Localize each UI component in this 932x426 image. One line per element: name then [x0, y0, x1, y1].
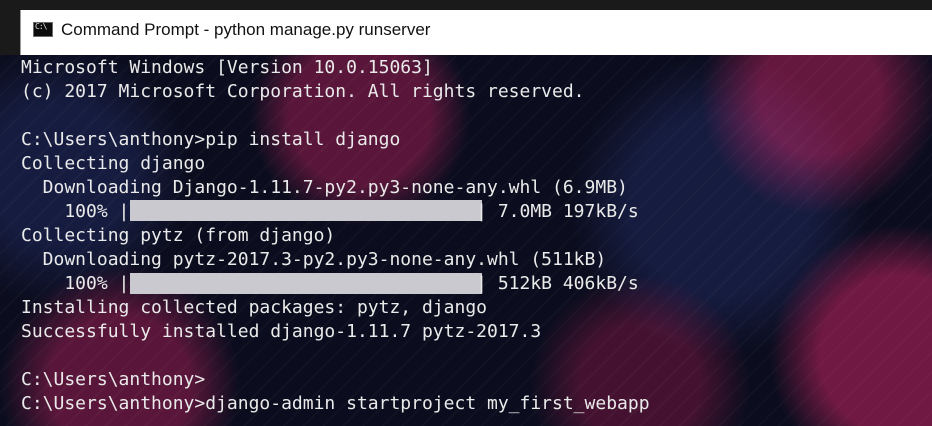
console-line: Collecting django: [21, 153, 206, 174]
console-line: 100% | | 7.0MB 197kB/s: [21, 201, 639, 222]
title-bar[interactable]: Command Prompt - python manage.py runser…: [0, 0, 932, 55]
console-line: Downloading Django-1.11.7-py2.py3-none-a…: [21, 177, 628, 198]
title-bar-panel[interactable]: Command Prompt - python manage.py runser…: [20, 10, 932, 55]
window-title: Command Prompt - python manage.py runser…: [61, 20, 431, 39]
console-line: Downloading pytz-2017.3-py2.py3-none-any…: [21, 249, 607, 270]
console-line: C:\Users\anthony>: [21, 369, 206, 390]
console-line: (c) 2017 Microsoft Corporation. All righ…: [21, 81, 585, 102]
console-output[interactable]: Microsoft Windows [Version 10.0.15063] (…: [0, 55, 932, 426]
console-line: Installing collected packages: pytz, dja…: [21, 297, 487, 318]
command-prompt-window: Command Prompt - python manage.py runser…: [0, 0, 932, 426]
console-line: Successfully installed django-1.11.7 pyt…: [21, 321, 542, 342]
console-line: C:\Users\anthony>pip install django: [21, 129, 401, 150]
console-line: 100% | | 512kB 406kB/s: [21, 273, 639, 294]
console-line: Collecting pytz (from django): [21, 225, 336, 246]
cmd-icon[interactable]: [33, 22, 53, 37]
console-line: C:\Users\anthony>django-admin startproje…: [21, 393, 650, 414]
console-line: Microsoft Windows [Version 10.0.15063]: [21, 57, 433, 78]
